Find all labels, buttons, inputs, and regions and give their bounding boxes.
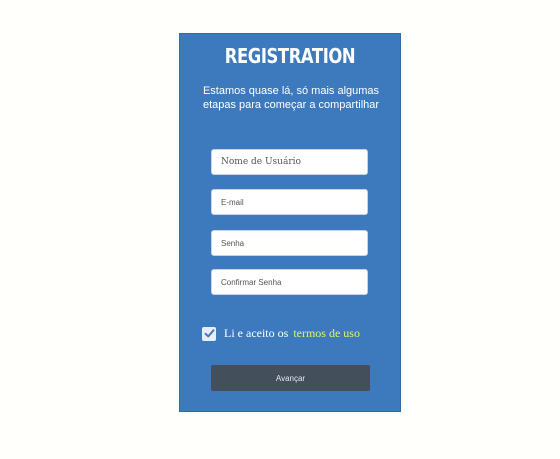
form-title: REGISTRATION xyxy=(224,44,356,68)
submit-button[interactable]: Avançar xyxy=(211,365,370,391)
registration-card: REGISTRATION Estamos quase lá, só mais a… xyxy=(179,33,401,412)
password-placeholder: Senha xyxy=(221,238,245,248)
username-placeholder: Nome de Usuário xyxy=(221,157,301,167)
terms-label: Li e aceito os xyxy=(224,326,289,340)
form-subtitle: Estamos quase lá, só mais algumas etapas… xyxy=(202,85,380,111)
confirm-password-field[interactable]: Confirmar Senha xyxy=(211,269,368,295)
email-placeholder: E-mail xyxy=(221,197,244,207)
confirm-password-placeholder: Confirmar Senha xyxy=(221,277,282,287)
checkmark-icon xyxy=(204,329,214,338)
terms-row: Li e aceito os termos de uso xyxy=(202,326,360,341)
password-field[interactable]: Senha xyxy=(211,230,368,256)
terms-link[interactable]: termos de uso xyxy=(293,326,360,341)
username-field[interactable]: Nome de Usuário xyxy=(211,149,368,175)
terms-checkbox[interactable] xyxy=(202,326,216,341)
email-field[interactable]: E-mail xyxy=(211,189,368,215)
